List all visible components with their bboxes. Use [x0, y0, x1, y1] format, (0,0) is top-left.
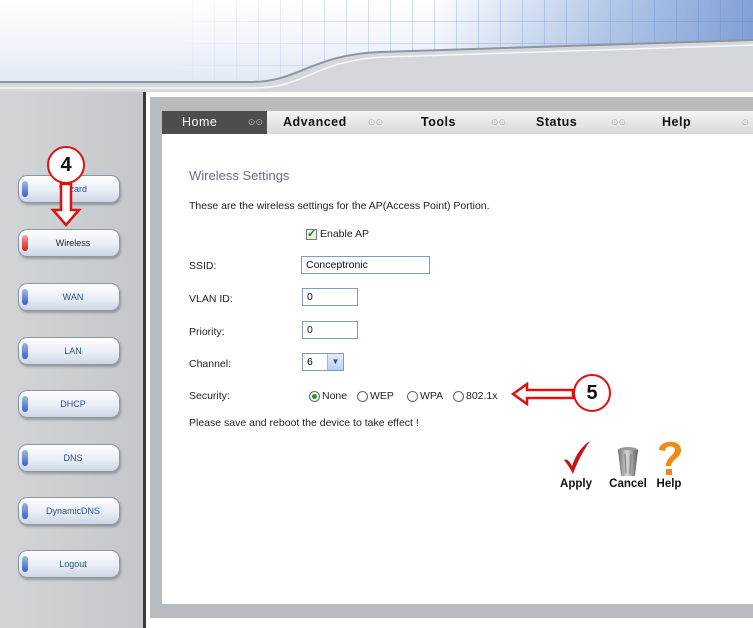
sidebar-item-dhcp[interactable]: DHCP: [18, 390, 120, 418]
status-led-icon: [22, 450, 28, 466]
tab-help[interactable]: Help ⊙: [630, 111, 753, 134]
tab-separator-icon: ⊙⊙: [490, 117, 506, 127]
ssid-label: SSID:: [189, 260, 217, 272]
status-led-icon: [22, 181, 28, 197]
tab-home[interactable]: Home ⊙⊙: [162, 111, 267, 134]
banner-swoosh: [0, 39, 753, 92]
security-8021x-label: 802.1x: [466, 390, 498, 402]
sidebar-edge: [143, 92, 146, 628]
tab-advanced[interactable]: Advanced ⊙⊙: [267, 111, 387, 134]
security-8021x-radio[interactable]: [453, 391, 464, 402]
sidebar-item-label: LAN: [64, 346, 82, 356]
sidebar-item-label: DynamicDNS: [45, 506, 100, 516]
security-wpa-label: WPA: [420, 390, 444, 402]
tab-separator-icon: ⊙⊙: [247, 117, 263, 127]
tab-label: Status: [536, 115, 578, 129]
checkmark-icon: [564, 441, 590, 474]
help-label: Help: [656, 478, 682, 490]
top-tab-bar: Home ⊙⊙ Advanced ⊙⊙ Tools ⊙⊙ Status ⊙⊙ H…: [162, 111, 753, 134]
callout-step-5: 5: [573, 374, 611, 412]
security-wep-radio[interactable]: [357, 391, 368, 402]
page-title: Wireless Settings: [189, 168, 290, 183]
left-arrow-icon: [511, 382, 575, 406]
sidebar-item-lan[interactable]: LAN: [18, 337, 120, 365]
security-none-radio[interactable]: [309, 391, 320, 402]
chevron-down-icon[interactable]: ▼: [327, 354, 343, 370]
sidebar-item-logout[interactable]: Logout: [18, 550, 120, 578]
sidebar-item-wan[interactable]: WAN: [18, 283, 120, 311]
ssid-input[interactable]: Conceptronic: [301, 256, 430, 274]
tab-label: Tools: [421, 115, 456, 129]
tab-separator-icon: ⊙: [741, 117, 749, 127]
help-button[interactable]: Help: [647, 438, 691, 490]
cancel-label: Cancel: [609, 478, 647, 490]
cancel-button[interactable]: Cancel: [606, 438, 650, 490]
sidebar-item-label: Wireless: [55, 238, 91, 248]
security-label: Security:: [189, 390, 230, 402]
channel-label: Channel:: [189, 358, 232, 370]
tab-status[interactable]: Status ⊙⊙: [510, 111, 630, 134]
tab-label: Home: [182, 115, 218, 129]
status-led-icon: [22, 396, 28, 412]
security-none-label: None: [322, 390, 348, 402]
status-led-icon: [22, 343, 28, 359]
priority-label: Priority:: [189, 326, 225, 338]
vlan-id-label: VLAN ID:: [189, 293, 233, 305]
status-led-icon: [22, 556, 28, 572]
vlan-id-input[interactable]: 0: [302, 288, 358, 306]
tab-label: Advanced: [283, 115, 347, 129]
enable-ap-label: Enable AP: [320, 228, 370, 240]
callout-step-4: 4: [47, 146, 85, 184]
header-banner: [0, 0, 753, 92]
down-arrow-icon: [50, 182, 82, 227]
sidebar-item-label: WAN: [62, 292, 84, 302]
page-description: These are the wireless settings for the …: [189, 200, 490, 212]
sidebar-item-label: DHCP: [60, 399, 86, 409]
tab-separator-icon: ⊙⊙: [610, 117, 626, 127]
trash-can-icon: [618, 447, 638, 476]
tab-tools[interactable]: Tools ⊙⊙: [387, 111, 510, 134]
sidebar-item-label: Logout: [59, 559, 87, 569]
sidebar-item-wireless[interactable]: Wireless: [18, 229, 120, 257]
security-wep-label: WEP: [370, 390, 394, 402]
status-led-icon: [22, 235, 28, 251]
apply-button[interactable]: Apply: [554, 438, 598, 490]
reboot-note: Please save and reboot the device to tak…: [189, 417, 419, 429]
sidebar-item-dynamicdns[interactable]: DynamicDNS: [18, 497, 120, 525]
channel-select[interactable]: 6 ▼: [302, 353, 344, 371]
tab-separator-icon: ⊙⊙: [367, 117, 383, 127]
apply-label: Apply: [560, 478, 592, 490]
enable-ap-checkbox[interactable]: [306, 227, 317, 240]
question-mark-icon: [659, 441, 681, 475]
sidebar-item-label: DNS: [63, 453, 83, 463]
status-led-icon: [22, 503, 28, 519]
tab-label: Help: [662, 115, 692, 129]
priority-input[interactable]: 0: [302, 321, 358, 339]
status-led-icon: [22, 289, 28, 305]
security-wpa-radio[interactable]: [407, 391, 418, 402]
channel-value: 6: [307, 356, 313, 368]
sidebar-item-dns[interactable]: DNS: [18, 444, 120, 472]
